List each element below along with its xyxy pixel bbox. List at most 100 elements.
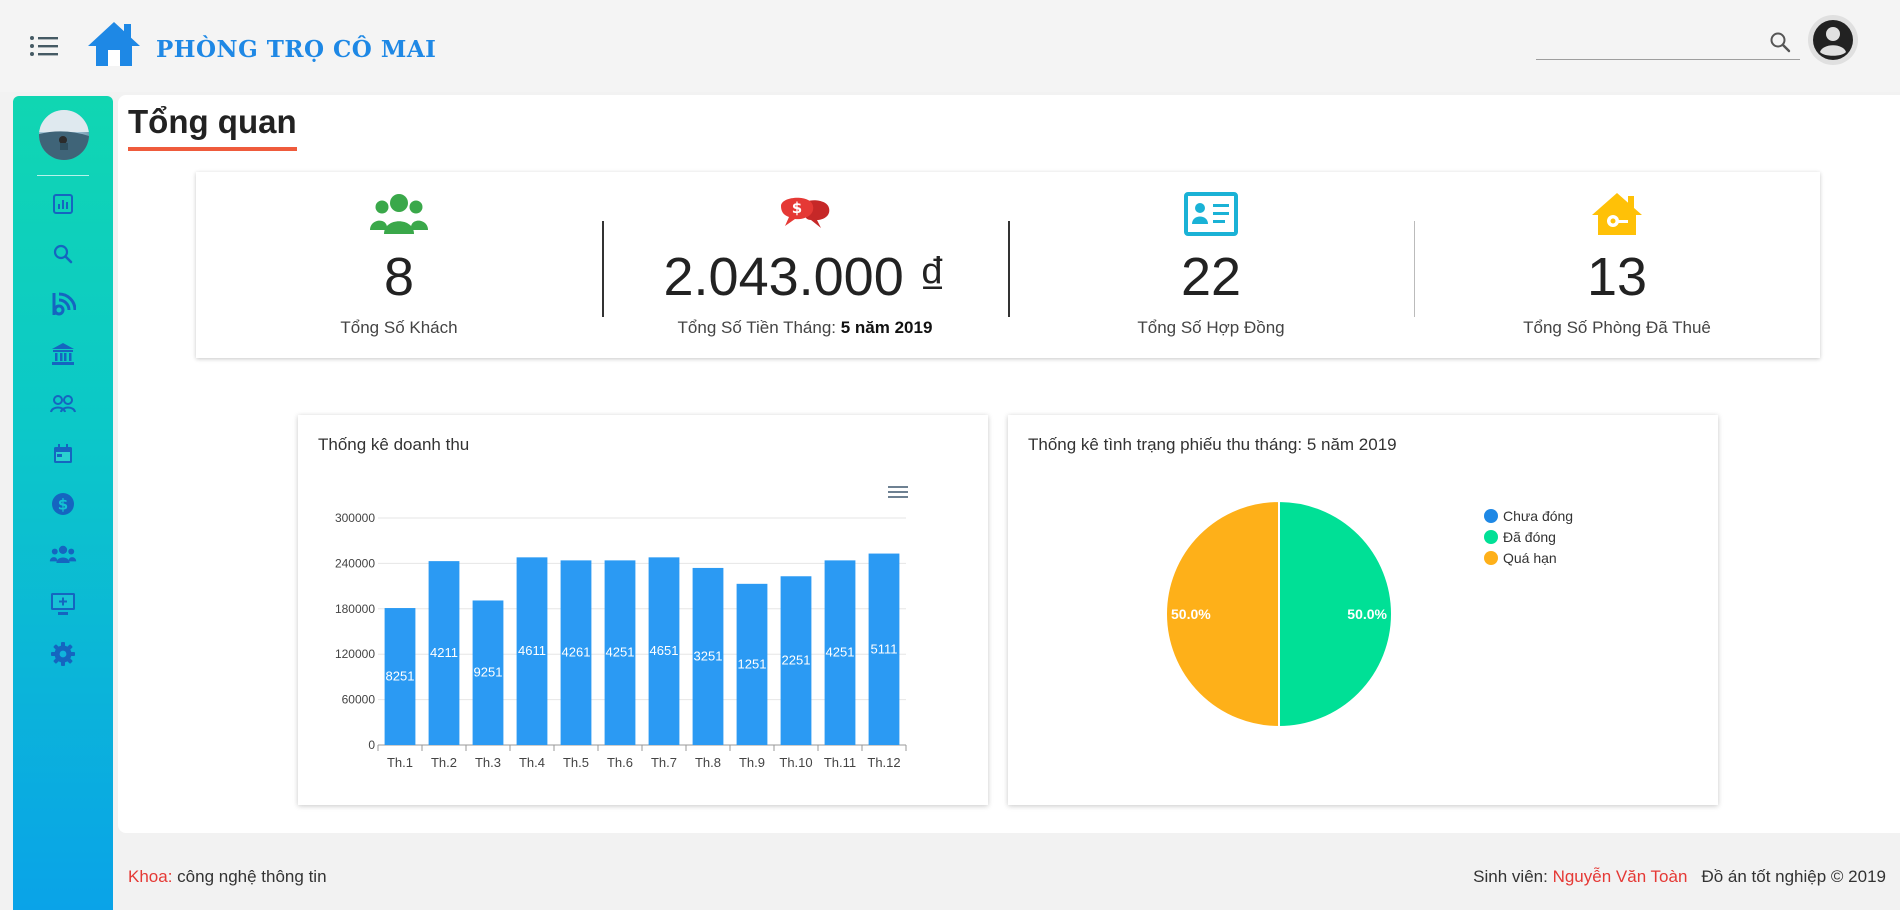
search-icon[interactable] — [1768, 30, 1792, 54]
users-icon — [369, 191, 429, 237]
stat-total-money: $ 2.043.000 ₫ Tổng Số Tiền Tháng: 5 năm … — [602, 172, 1008, 358]
stat-value: 8 — [383, 247, 415, 307]
stat-label: Tổng Số Khách — [340, 318, 458, 337]
stat-month: 5 năm 2019 — [840, 318, 933, 337]
search-icon — [53, 244, 73, 264]
gear-icon — [51, 642, 75, 666]
chart-menu-icon[interactable] — [888, 486, 908, 498]
money-chat-icon: $ — [775, 191, 835, 237]
account-circle-icon — [1813, 20, 1853, 60]
x-tick-label: Th.1 — [387, 755, 413, 770]
sidebar-item-monitor[interactable] — [49, 590, 77, 618]
bar-data-label: 4261 — [562, 645, 591, 660]
x-tick-label: Th.11 — [824, 755, 856, 770]
bank-icon — [52, 343, 74, 365]
stat-value: 22 — [1180, 247, 1242, 307]
footer-dept-value: công nghệ thông tin — [177, 867, 327, 886]
bar-data-label: 2251 — [782, 653, 811, 668]
x-tick-label: Th.7 — [651, 755, 677, 770]
x-tick-label: Th.9 — [739, 755, 765, 770]
legend-marker[interactable] — [1484, 530, 1498, 544]
stat-rented-rooms: 13 Tổng Số Phòng Đã Thuê — [1414, 172, 1820, 358]
monitor-add-icon — [51, 593, 75, 615]
payment-status-chart-card: Thống kê tình trạng phiếu thu tháng: 5 n… — [1008, 415, 1718, 805]
sidebar-item-search[interactable] — [49, 240, 77, 268]
legend-marker[interactable] — [1484, 509, 1498, 523]
users-outline-icon — [50, 395, 76, 413]
brand-name: PHÒNG TRỌ CÔ MAI — [156, 35, 437, 63]
sidebar-item-users[interactable] — [49, 540, 77, 568]
rss-feed-icon — [52, 292, 76, 316]
revenue-chart-card: Thống kê doanh thu 0 60000 120000 180000 240… — [298, 415, 988, 805]
stat-total-contracts: 22 Tổng Số Hợp Đồng — [1008, 172, 1414, 358]
sidebar-item-settings[interactable] — [49, 640, 77, 668]
pie-slice-label: 50.0% — [1347, 606, 1387, 622]
legend-marker[interactable] — [1484, 551, 1498, 565]
stats-card: 8 Tổng Số Khách $ 2.043.000 ₫ Tổng Số Ti… — [196, 172, 1820, 358]
page-title: Tổng quan — [128, 103, 297, 151]
sidebar-item-dashboard[interactable] — [49, 190, 77, 218]
bar-data-label: 4211 — [430, 645, 458, 660]
y-tick-label: 300000 — [335, 511, 375, 525]
footer-copyright: Đồ án tốt nghiệp © 2019 — [1701, 867, 1886, 886]
bar-data-label: 4651 — [650, 643, 679, 658]
x-tick-label: Th.6 — [607, 755, 633, 770]
sidebar-divider — [37, 175, 89, 176]
footer-dept-label: Khoa: — [128, 867, 173, 886]
calendar-icon — [54, 444, 72, 463]
stat-label: Tổng Số Phòng Đã Thuê — [1523, 318, 1711, 337]
bar-data-label: 5111 — [871, 641, 898, 656]
svg-text:$: $ — [58, 496, 68, 514]
x-tick-label: Th.4 — [519, 755, 545, 770]
y-tick-label: 120000 — [335, 647, 375, 661]
contract-card-icon — [1181, 191, 1241, 237]
stat-total-customers: 8 Tổng Số Khách — [196, 172, 602, 358]
bar-data-label: 4611 — [518, 643, 546, 658]
users-group-icon — [49, 545, 77, 564]
footer-student-name: Nguyễn Văn Toàn — [1552, 867, 1688, 886]
top-header: PHÒNG TRỌ CÔ MAI — [0, 0, 1900, 92]
footer-student: Sinh viên: Nguyễn Văn Toàn Đồ án tốt nghi… — [1473, 867, 1886, 887]
house-logo-icon — [88, 22, 140, 66]
sidebar-item-bank[interactable] — [49, 340, 77, 368]
stat-value: 13 — [1586, 247, 1648, 307]
menu-icon — [30, 36, 58, 56]
bar-data-label: 9251 — [474, 665, 503, 680]
legend-label[interactable]: Chưa đóng — [1503, 508, 1573, 524]
x-tick-label: Th.2 — [431, 755, 457, 770]
footer-student-label: Sinh viên: — [1473, 867, 1548, 886]
sidebar-item-calendar[interactable] — [49, 440, 77, 468]
bar-data-label: 1251 — [738, 656, 767, 671]
y-tick-label: 180000 — [335, 602, 375, 616]
bar-data-label: 4251 — [826, 645, 855, 660]
y-tick-label: 240000 — [335, 556, 375, 570]
bar-data-label: 8251 — [386, 669, 415, 684]
svg-text:$: $ — [792, 199, 802, 217]
account-button[interactable] — [1808, 15, 1858, 65]
stat-label-money: Tổng Số Tiền Tháng: 5 năm 2019 — [677, 318, 933, 337]
menu-button[interactable] — [28, 34, 62, 60]
chart-icon — [53, 194, 73, 214]
search-input[interactable] — [1536, 24, 1756, 58]
avatar-photo — [39, 110, 89, 160]
brand-logo[interactable]: PHÒNG TRỌ CÔ MAI — [86, 18, 436, 70]
sidebar: $ — [13, 96, 113, 910]
x-tick-label: Th.10 — [779, 755, 812, 770]
x-tick-label: Th.8 — [695, 755, 721, 770]
user-avatar[interactable] — [39, 110, 89, 160]
dollar-circle-icon: $ — [52, 493, 74, 515]
bar-data-label: 4251 — [606, 645, 635, 660]
x-tick-label: Th.5 — [563, 755, 589, 770]
main-content: Tổng quan 8 Tổng Số Khách $ 2.043.000 ₫ … — [118, 95, 1900, 833]
legend-label[interactable]: Quá hạn — [1503, 550, 1557, 566]
y-tick-label: 0 — [368, 738, 375, 752]
bar-data-label: 3251 — [694, 648, 723, 663]
stat-value: 2.043.000 ₫ — [663, 247, 947, 307]
footer-department: Khoa: công nghệ thông tin — [128, 867, 327, 887]
sidebar-item-payments[interactable]: $ — [49, 490, 77, 518]
stat-label: Tổng Số Hợp Đồng — [1137, 318, 1285, 337]
sidebar-item-tenants[interactable] — [49, 390, 77, 418]
legend-label[interactable]: Đã đóng — [1503, 529, 1556, 545]
sidebar-item-feed[interactable] — [49, 290, 77, 318]
house-key-icon — [1587, 191, 1647, 237]
